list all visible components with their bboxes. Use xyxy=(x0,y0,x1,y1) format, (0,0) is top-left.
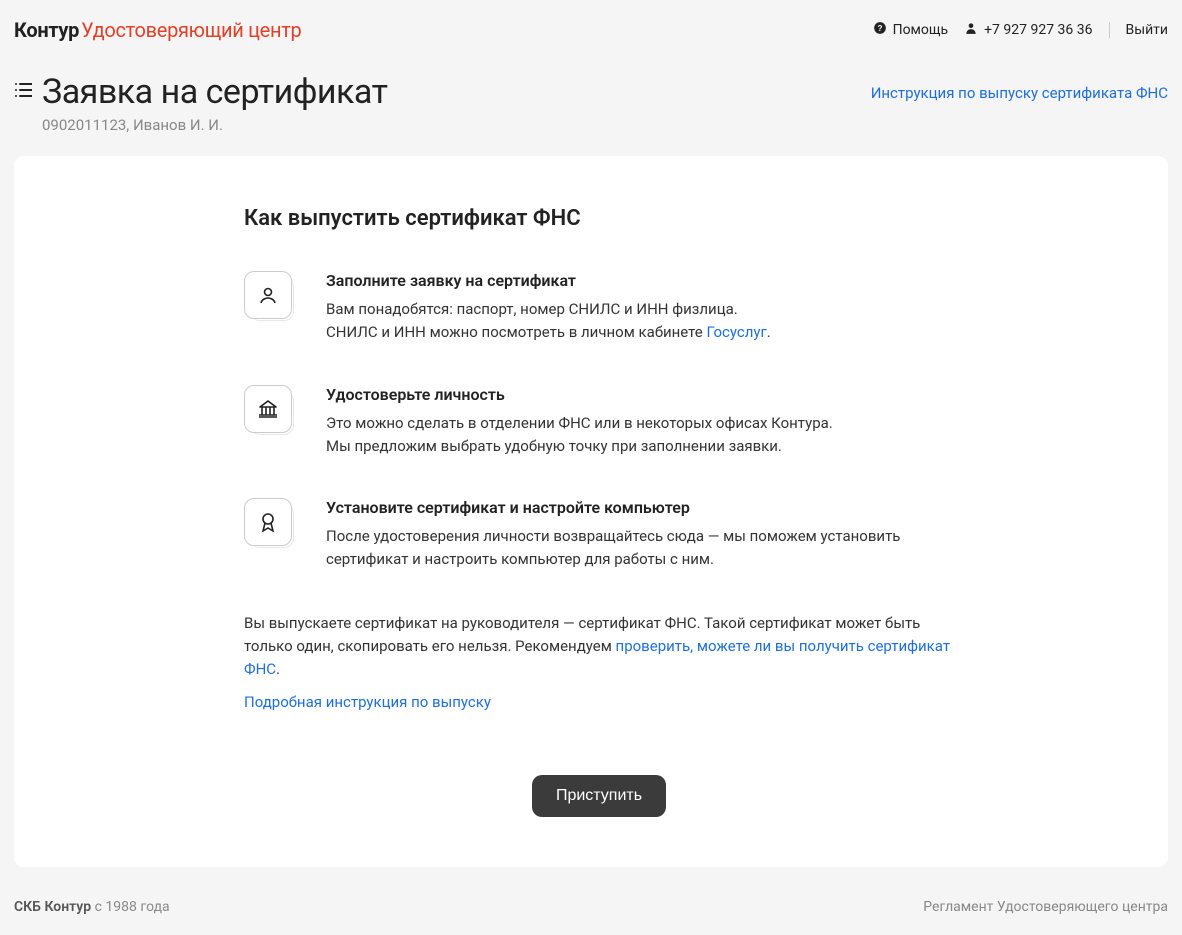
svg-text:?: ? xyxy=(877,24,882,33)
note-suffix: . xyxy=(276,660,280,678)
logout-link[interactable]: Выйти xyxy=(1126,22,1169,38)
step-2: Удостоверьте личность Это можно сделать … xyxy=(244,385,954,459)
step-2-line2: Мы предложим выбрать удобную точку при з… xyxy=(326,437,782,455)
footer-reglament-link[interactable]: Регламент Удостоверяющего центра xyxy=(923,899,1168,915)
step-3-title: Установите сертификат и настройте компью… xyxy=(326,498,954,517)
list-icon[interactable] xyxy=(14,82,32,102)
building-icon xyxy=(244,385,292,433)
instruction-link[interactable]: Инструкция по выпуску сертификата ФНС xyxy=(871,84,1168,102)
footer-left: СКБ Контур с 1988 года xyxy=(14,899,170,915)
step-2-title: Удостоверьте личность xyxy=(326,385,833,404)
step-2-line1: Это можно сделать в отделении ФНС или в … xyxy=(326,414,833,432)
step-1: Заполните заявку на сертификат Вам понад… xyxy=(244,271,954,345)
help-label: Помощь xyxy=(893,22,949,38)
help-link[interactable]: ? Помощь xyxy=(873,21,949,39)
logout-label: Выйти xyxy=(1126,22,1169,38)
step-3: Установите сертификат и настройте компью… xyxy=(244,498,954,572)
gosuslugi-link[interactable]: Госуслуг xyxy=(706,323,766,341)
footer-brand: СКБ Контур xyxy=(14,899,91,915)
step-3-line1: После удостоверения личности возвращайте… xyxy=(326,527,900,568)
page-title: Заявка на сертификат xyxy=(42,72,387,112)
step-1-line1: Вам понадобятся: паспорт, номер СНИЛС и … xyxy=(326,300,738,318)
phone-label: +7 927 927 36 36 xyxy=(984,22,1092,38)
main-card: Как выпустить сертификат ФНС Заполните з… xyxy=(14,156,1168,867)
page-subtitle: 0902011123, Иванов И. И. xyxy=(42,116,387,134)
card-title: Как выпустить сертификат ФНС xyxy=(244,206,954,231)
step-1-line2-suffix: . xyxy=(767,323,771,341)
badge-icon xyxy=(244,498,292,546)
step-1-title: Заполните заявку на сертификат xyxy=(326,271,771,290)
user-icon xyxy=(964,21,978,39)
person-icon xyxy=(244,271,292,319)
logo-sub: Удостоверяющий центр xyxy=(81,18,301,42)
help-icon: ? xyxy=(873,21,887,39)
start-button[interactable]: Приступить xyxy=(532,775,666,817)
detail-link[interactable]: Подробная инструкция по выпуску xyxy=(244,693,491,711)
note-block: Вы выпускаете сертификат на руководителя… xyxy=(244,612,954,715)
logo-brand: Контур xyxy=(14,18,79,42)
logo[interactable]: КонтурУдостоверяющий центр xyxy=(14,18,301,42)
divider xyxy=(1109,22,1110,38)
phone-link[interactable]: +7 927 927 36 36 xyxy=(964,21,1092,39)
footer-since: с 1988 года xyxy=(91,899,170,915)
step-1-line2-prefix: СНИЛС и ИНН можно посмотреть в личном ка… xyxy=(326,323,706,341)
